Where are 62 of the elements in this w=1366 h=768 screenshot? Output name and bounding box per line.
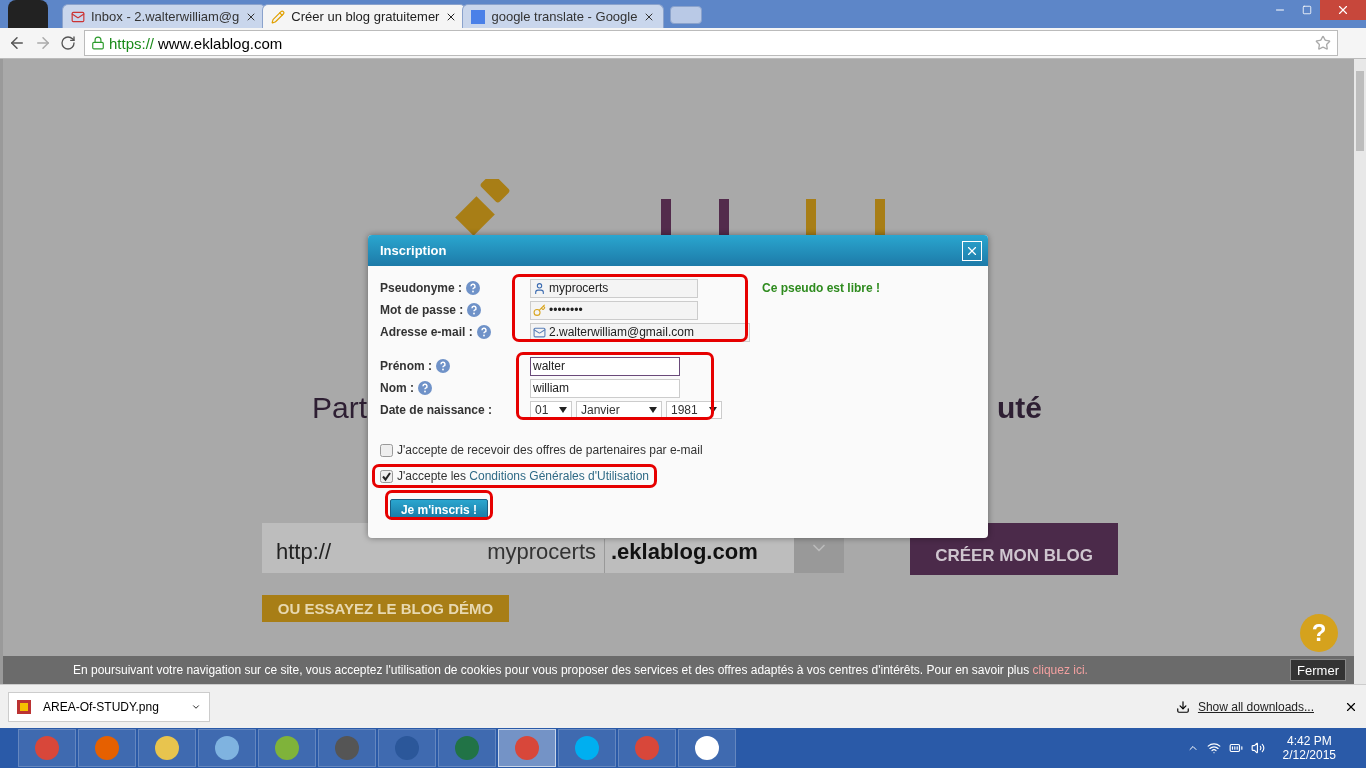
field-label: Nom : [380, 381, 414, 395]
battery-icon[interactable] [1228, 741, 1243, 755]
input-field[interactable]: •••••••• [530, 300, 698, 320]
taskbar-app[interactable] [258, 729, 316, 767]
address-bar[interactable]: https:// www.eklablog.com [84, 30, 1338, 56]
browser-tab[interactable]: google translate - Google [462, 4, 665, 28]
close-icon [1336, 3, 1350, 17]
mail-icon [71, 9, 85, 24]
dismiss-button[interactable]: Fermer [1290, 659, 1346, 681]
taskbar-app[interactable] [198, 729, 256, 767]
taskbar-app[interactable] [558, 729, 616, 767]
close-button[interactable] [962, 240, 982, 261]
help-icon[interactable] [466, 281, 481, 295]
caret-icon [709, 407, 717, 413]
hero-heading: Part [312, 391, 368, 425]
checkbox-label: J'accepte les Conditions Générales d'Utilisation [397, 469, 650, 483]
terms-link[interactable]: Conditions Générales d'Utilisation [469, 469, 650, 483]
volume-icon[interactable] [1250, 741, 1265, 755]
clock[interactable]: 4:42 PM 2/12/2015 [1282, 734, 1336, 762]
reload-icon[interactable] [60, 35, 76, 51]
field-label: Adresse e-mail : [380, 325, 473, 339]
help-icon[interactable] [476, 325, 491, 339]
help-icon[interactable] [467, 303, 482, 317]
new-tab-button[interactable] [670, 6, 703, 24]
availability-message: Ce pseudo est libre ! [762, 281, 881, 295]
field-label: Mot de passe : [380, 303, 464, 317]
lock-icon [91, 36, 105, 50]
network-icon[interactable] [1206, 741, 1221, 755]
caret-icon [649, 407, 657, 413]
close-window-button[interactable] [1320, 0, 1366, 20]
taskbar-app[interactable] [138, 729, 196, 767]
checkbox[interactable] [380, 443, 393, 457]
image-file-icon [17, 699, 31, 714]
checkbox-label: J'accepte de recevoir des offres de partenaires par e-mail [397, 443, 703, 457]
scrollbar-thumb[interactable] [1356, 71, 1364, 151]
user-icon [533, 281, 546, 295]
input-field[interactable]: walter [530, 356, 680, 376]
profile-avatar[interactable] [8, 0, 48, 28]
field-label: Date de naissance : [380, 403, 493, 417]
help-icon[interactable] [436, 359, 450, 373]
star-icon[interactable] [1315, 35, 1331, 51]
cookie-notice: En poursuivant votre navigation sur ce site, vous acceptez l'utilisation de cookies pour vous proposer des services et des offres adaptés à vos centres d'intérêts. Pour en savoir plus cliquez ici. [73, 663, 1088, 677]
dialog-title: Inscription [380, 243, 447, 258]
back-icon[interactable] [8, 34, 26, 52]
taskbar-app[interactable] [498, 729, 556, 767]
input-field[interactable]: william [530, 378, 680, 398]
taskbar-app[interactable] [678, 729, 736, 767]
download-item[interactable]: AREA-Of-STUDY.png [8, 691, 210, 722]
help-icon[interactable] [418, 381, 432, 395]
field-label: Pseudonyme : [380, 281, 463, 295]
input-field[interactable]: myprocerts [530, 278, 698, 298]
forward-icon[interactable] [34, 34, 52, 52]
caret-icon [559, 407, 567, 413]
checkbox[interactable] [380, 469, 393, 483]
show-downloads-link[interactable]: Show all downloads... [1197, 699, 1314, 714]
maximize-icon[interactable] [1301, 5, 1312, 15]
envelope-icon [533, 325, 546, 339]
pencil-icon [271, 9, 286, 24]
hero-heading: uté [997, 391, 1042, 425]
field-label: Prénom : [380, 359, 432, 373]
download-icon [1175, 699, 1190, 714]
key-icon [533, 303, 546, 317]
